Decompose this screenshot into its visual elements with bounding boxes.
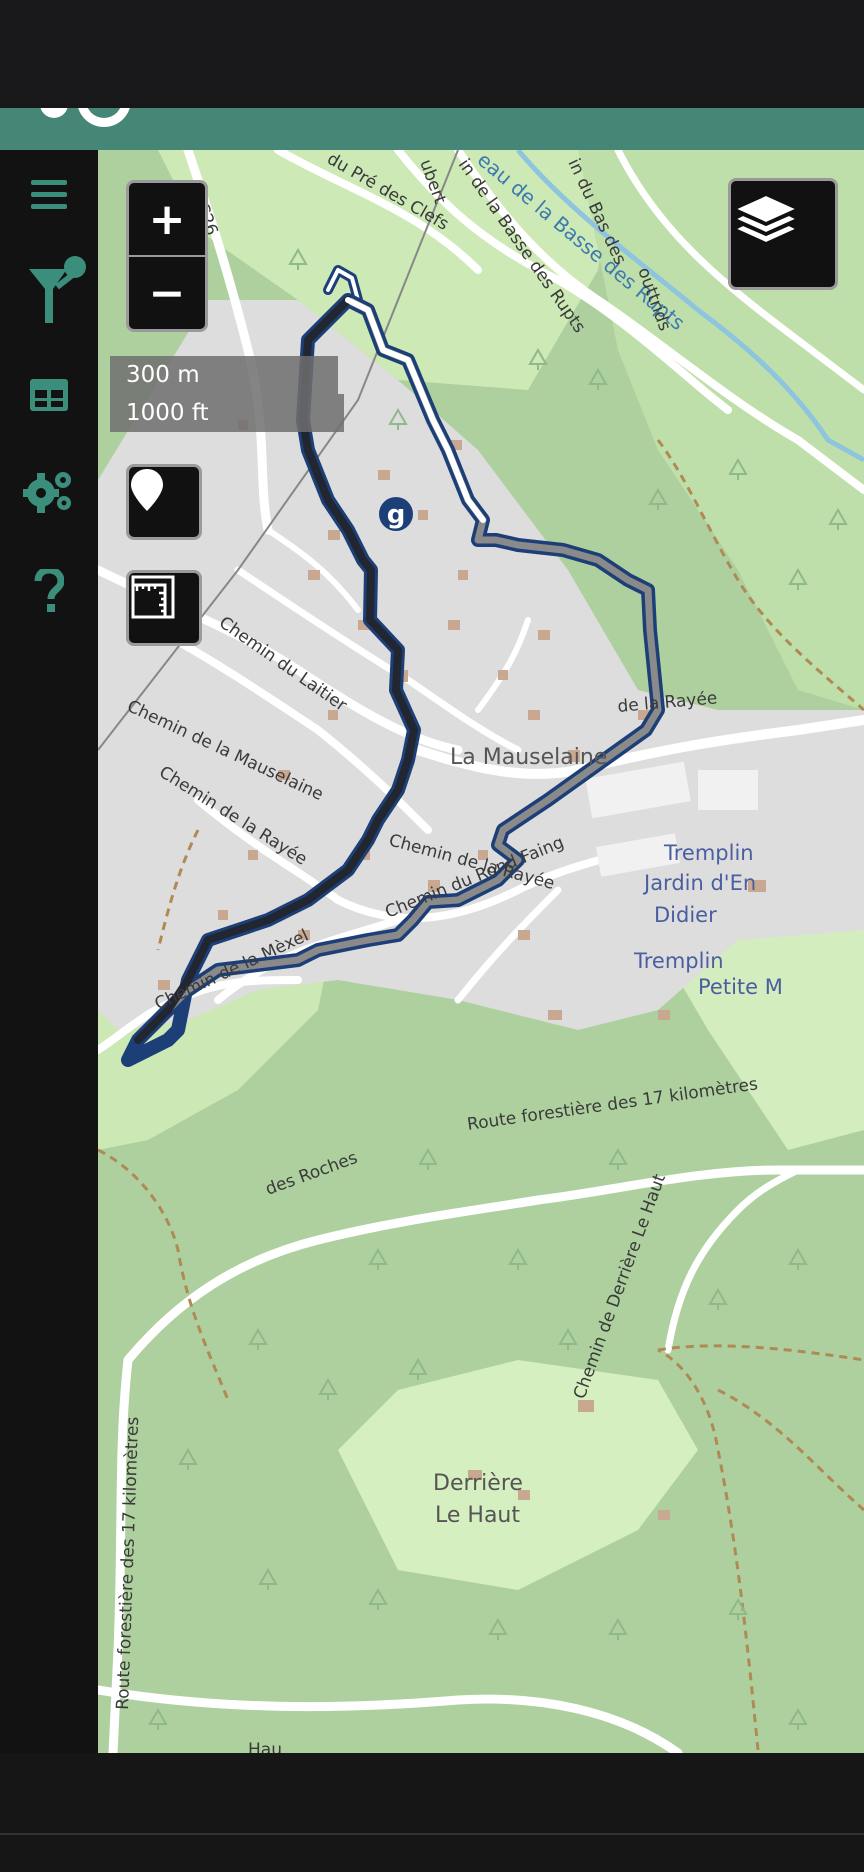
- label-tremplin-1: Tremplin: [663, 841, 754, 865]
- menu-button[interactable]: [18, 164, 80, 226]
- zoom-control: + −: [126, 180, 208, 332]
- label-derriere-1: Derrière: [433, 1471, 523, 1496]
- map-view[interactable]: g du Pré des Clefs C26 ubert in de la Ba…: [98, 150, 864, 1753]
- app-header: [0, 108, 864, 150]
- measure-button[interactable]: [126, 570, 202, 646]
- layers-icon: [732, 193, 800, 245]
- label-la-mauselaine: La Mauselaine: [450, 745, 607, 770]
- start-marker[interactable]: g: [379, 497, 413, 531]
- table-icon: [30, 379, 68, 411]
- filter-button[interactable]: [22, 250, 92, 330]
- help-icon: [34, 569, 64, 612]
- locate-button[interactable]: [126, 464, 202, 540]
- start-marker-letter: g: [387, 500, 406, 530]
- location-pin-icon: [131, 469, 163, 511]
- label-haut: Hau: [248, 1740, 282, 1753]
- label-didier: Didier: [654, 903, 717, 927]
- scale-imperial: 1000 ft: [110, 394, 344, 432]
- navigation-divider: [0, 1833, 864, 1835]
- layers-button[interactable]: [728, 178, 838, 290]
- label-tremplin-2: Tremplin: [633, 949, 724, 973]
- settings-button[interactable]: [18, 460, 80, 522]
- label-petite: Petite M: [698, 975, 783, 999]
- menu-icon: [31, 180, 67, 209]
- table-button[interactable]: [18, 364, 80, 426]
- ruler-icon: [131, 575, 175, 619]
- filter-icon: [29, 256, 86, 323]
- help-button[interactable]: [18, 560, 80, 622]
- navigation-bar: [0, 1753, 864, 1872]
- label-jardin: Jardin d'En: [642, 871, 756, 895]
- app-logo: [40, 108, 130, 127]
- sidebar: [0, 150, 98, 1753]
- scale-metric: 300 m: [110, 356, 338, 394]
- zoom-out-button[interactable]: −: [129, 257, 205, 329]
- zoom-in-button[interactable]: +: [129, 183, 205, 257]
- status-bar: [0, 0, 864, 108]
- label-derriere-2: Le Haut: [435, 1503, 520, 1528]
- settings-icon: [23, 472, 71, 513]
